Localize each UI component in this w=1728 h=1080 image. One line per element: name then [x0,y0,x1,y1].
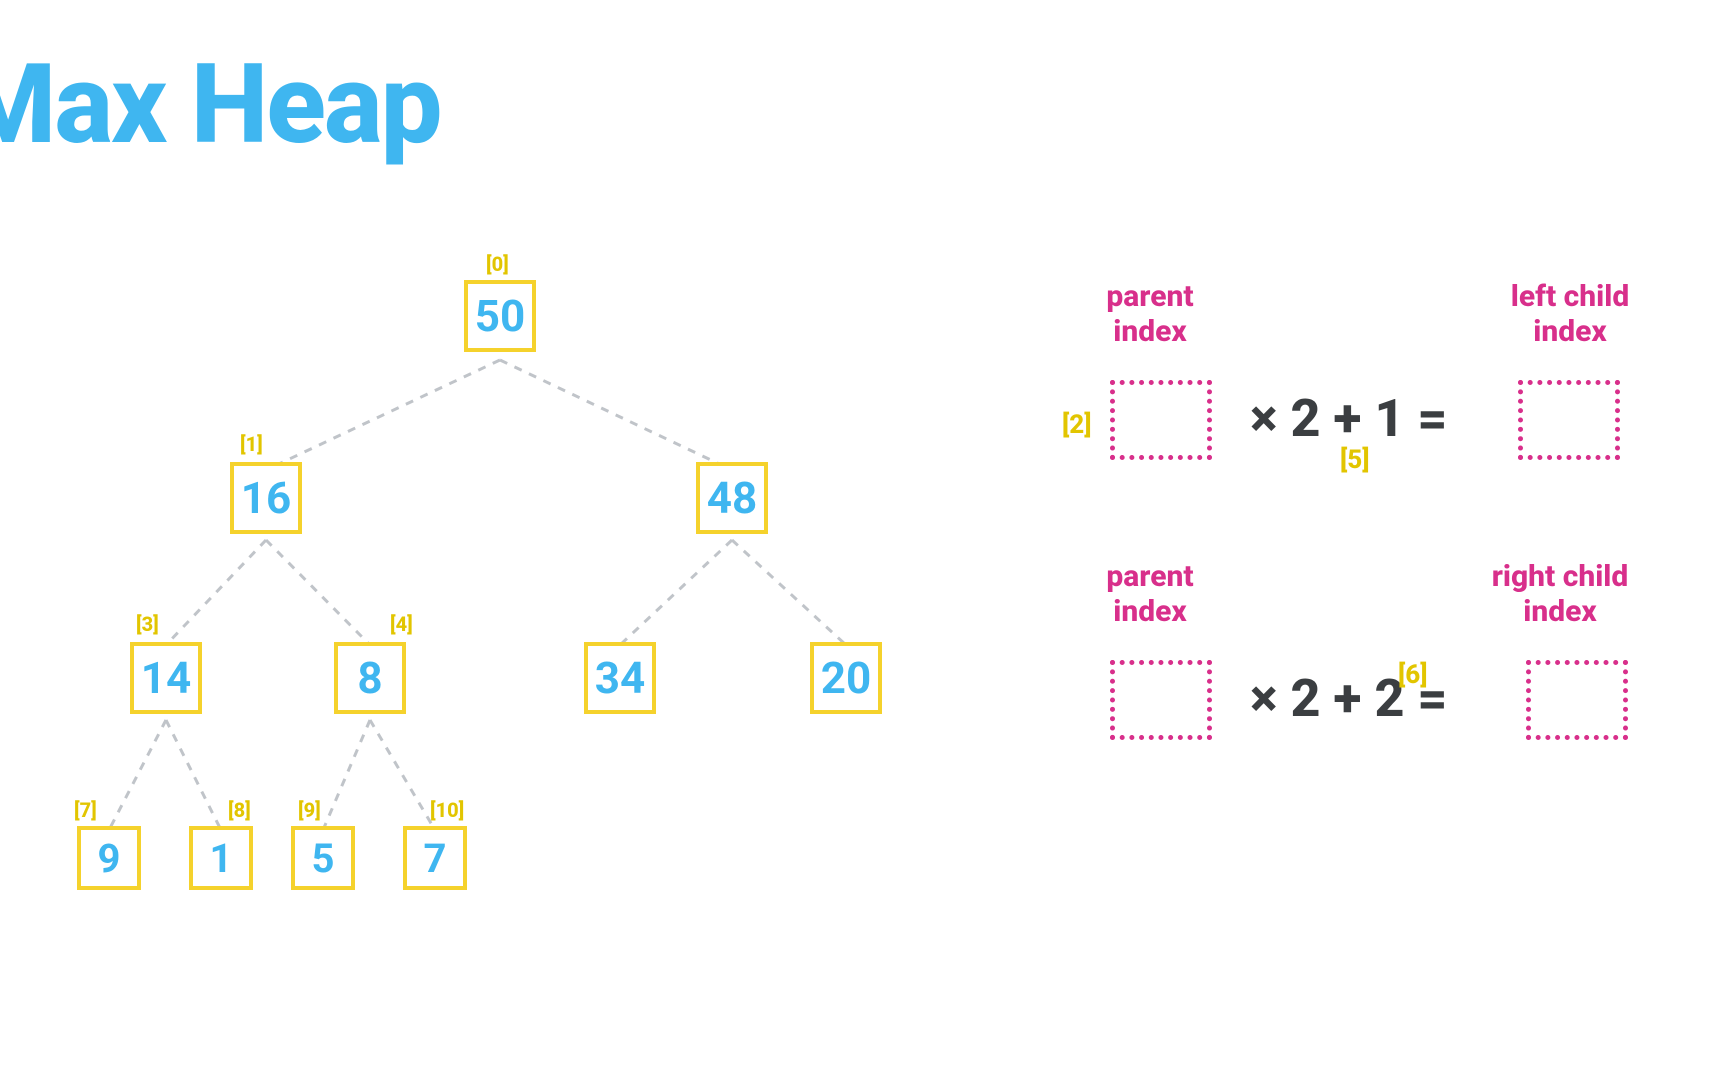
node-value: 14 [141,652,192,704]
node-index: [1] [240,432,263,456]
formula-text: × 2 + 1 = [1250,388,1448,449]
node-value: 16 [241,472,292,524]
heap-node: 1 [189,826,253,890]
node-value: 48 [707,472,758,524]
node-value: 34 [595,652,646,704]
parent-index-label: parent index [1060,560,1240,629]
heap-node: 48 [696,462,768,534]
heap-node: 16 [230,462,302,534]
node-value: 7 [424,835,447,882]
node-index: [4] [390,612,413,636]
node-index: [10] [430,798,464,822]
parent-index-box [1110,380,1212,460]
heap-node: 9 [77,826,141,890]
node-value: 20 [821,652,872,704]
node-index: [0] [486,252,509,276]
node-value: 5 [312,835,335,882]
heap-node: 7 [403,826,467,890]
heap-node: 34 [584,642,656,714]
node-index: [7] [74,798,97,822]
node-index: [8] [228,798,251,822]
node-value: 1 [210,835,233,882]
parent-index-label: parent index [1060,280,1240,349]
child-index-box [1526,660,1628,740]
heap-node: 5 [291,826,355,890]
child-index-box [1518,380,1620,460]
node-index: [9] [298,798,321,822]
parent-index-box [1110,660,1212,740]
heap-node: 20 [810,642,882,714]
node-value: 8 [357,652,382,704]
left-child-label: left child index [1480,280,1660,349]
heap-node: 14 [130,642,202,714]
tree-edges [0,0,1000,900]
right-child-label: right child index [1470,560,1650,629]
node-index: [3] [136,612,159,636]
node-value: 9 [98,835,121,882]
parent-index-tag: [2] [1062,410,1092,440]
heap-node: 8 [334,642,406,714]
heap-node: 50 [464,280,536,352]
result-index-tag: [6] [1398,660,1428,690]
node-value: 50 [475,290,526,342]
result-index-tag: [5] [1340,445,1370,475]
